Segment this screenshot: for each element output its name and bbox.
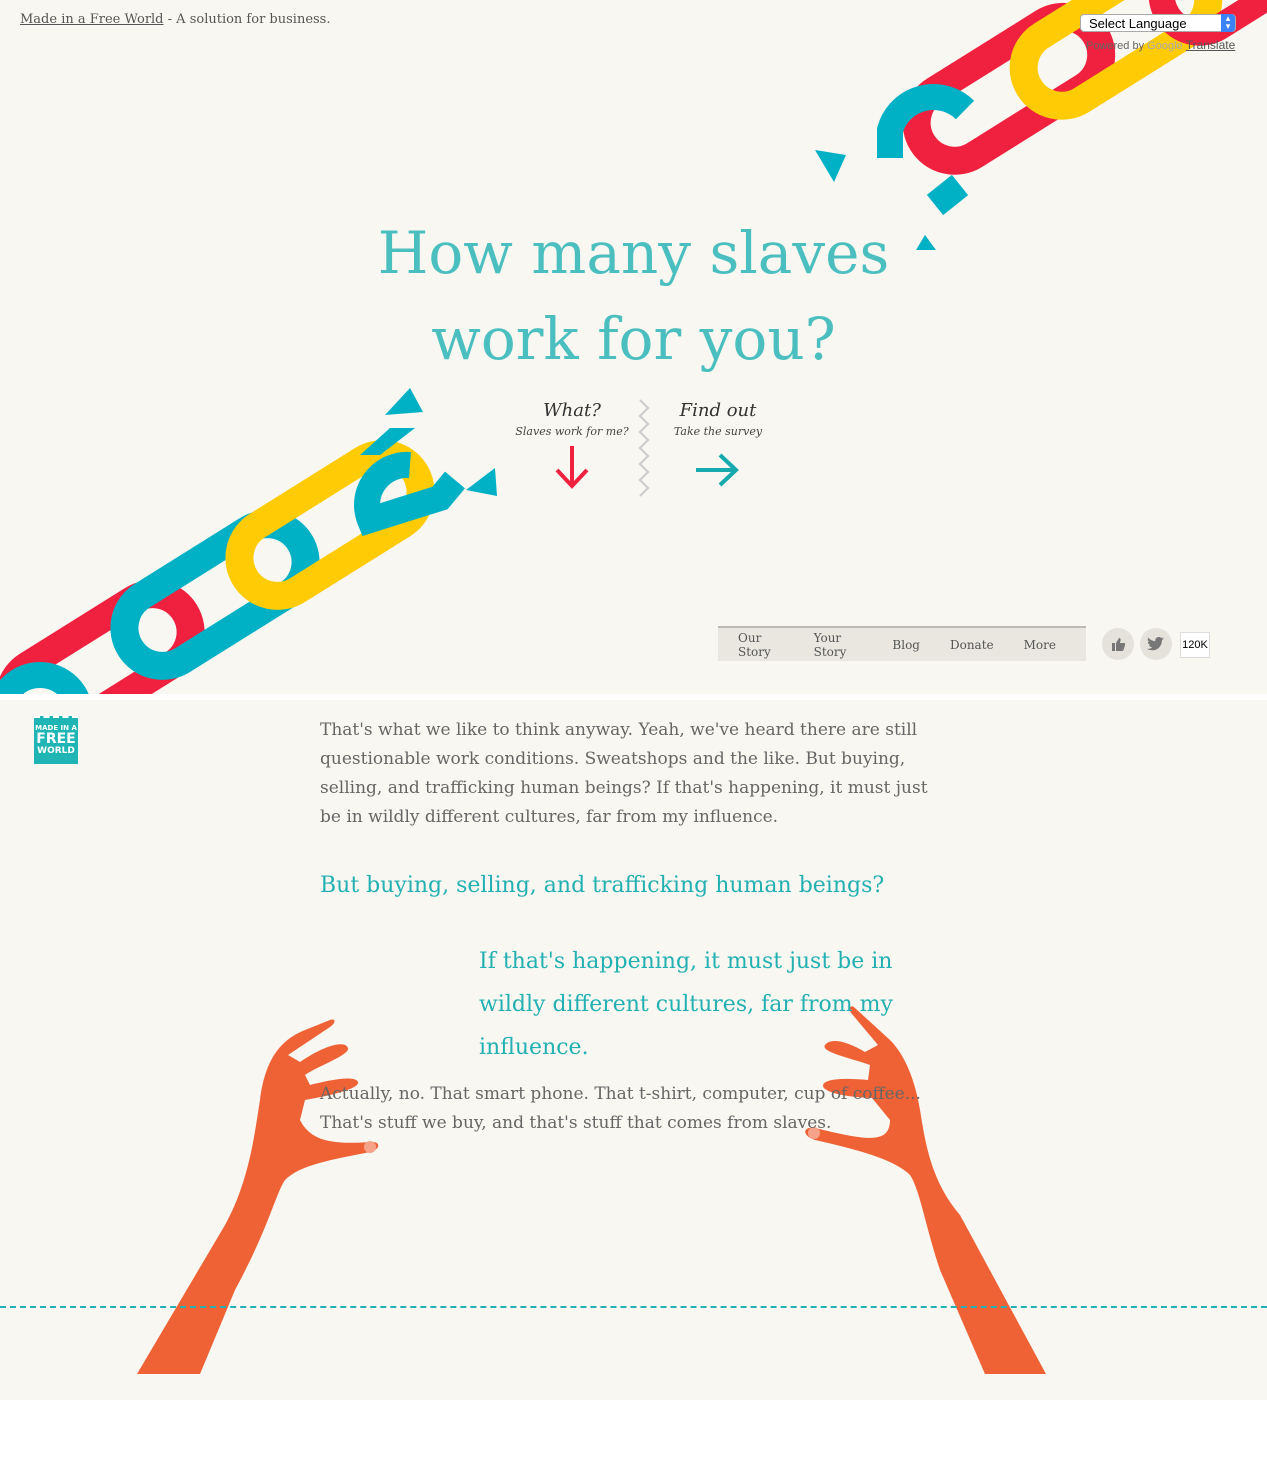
language-select[interactable]: Select Language ▴ ▾ bbox=[1080, 14, 1236, 32]
site-link[interactable]: Made in a Free World bbox=[20, 12, 164, 27]
pull-quote-1: But buying, selling, and trafficking hum… bbox=[320, 873, 885, 898]
twitter-bird-icon bbox=[1147, 637, 1164, 651]
thumbs-up-icon bbox=[1112, 638, 1126, 651]
arrow-right-icon bbox=[696, 453, 739, 487]
nav-your-story[interactable]: Your Story bbox=[814, 631, 863, 659]
title-line-2: work for you? bbox=[431, 305, 836, 373]
find-out-subtitle: Take the survey bbox=[673, 425, 763, 438]
language-select-label: Select Language bbox=[1089, 16, 1187, 31]
powered-by: Powered by Google Translate bbox=[1086, 38, 1235, 52]
dashed-separator bbox=[0, 1306, 1267, 1308]
title-line-1: How many slaves bbox=[377, 219, 890, 287]
what-subtitle: Slaves work for me? bbox=[515, 425, 629, 438]
section-divider bbox=[0, 694, 1267, 700]
nav-our-story[interactable]: Our Story bbox=[738, 631, 784, 659]
select-arrows-icon: ▴ ▾ bbox=[1221, 14, 1235, 32]
nav-more[interactable]: More bbox=[1024, 638, 1056, 652]
what-title: What? bbox=[543, 400, 601, 421]
logo-line-3: WORLD bbox=[37, 746, 75, 756]
twitter-button[interactable] bbox=[1140, 628, 1172, 660]
main-nav: Our Story Your Story Blog Donate More bbox=[718, 626, 1086, 661]
find-out-button[interactable]: Find out Take the survey bbox=[648, 400, 788, 490]
google-logo: Google bbox=[1147, 40, 1183, 52]
arrow-down-icon bbox=[555, 446, 589, 489]
conclusion-paragraph: Actually, no. That smart phone. That t-s… bbox=[320, 1084, 921, 1133]
made-in-a-free-world-logo[interactable]: MADE IN A FREE WORLD bbox=[34, 716, 78, 764]
nav-blog[interactable]: Blog bbox=[892, 638, 920, 652]
intro-paragraph: That's what we like to think anyway. Yea… bbox=[320, 720, 928, 827]
top-tagline: Made in a Free World - A solution for bu… bbox=[20, 12, 330, 27]
broken-chain-bottom-illustration bbox=[0, 388, 497, 696]
translate-link[interactable]: Translate bbox=[1186, 38, 1236, 52]
left-hand bbox=[137, 1019, 379, 1374]
logo-line-2: FREE bbox=[36, 731, 76, 747]
nav-donate[interactable]: Donate bbox=[950, 638, 994, 652]
like-button[interactable] bbox=[1102, 628, 1134, 660]
page: Made in a Free World - A solution for bu… bbox=[0, 0, 1267, 1400]
like-count: 120K bbox=[1180, 632, 1210, 658]
pull-quote-2: If that's happening, it must just be in … bbox=[479, 949, 893, 1060]
powered-by-text: Powered by bbox=[1086, 40, 1148, 52]
tagline-text: - A solution for business. bbox=[163, 12, 331, 27]
what-button[interactable]: What? Slaves work for me? bbox=[502, 400, 642, 492]
find-out-title: Find out bbox=[679, 400, 757, 421]
page-title: How many slaves work for you? bbox=[0, 210, 1267, 382]
